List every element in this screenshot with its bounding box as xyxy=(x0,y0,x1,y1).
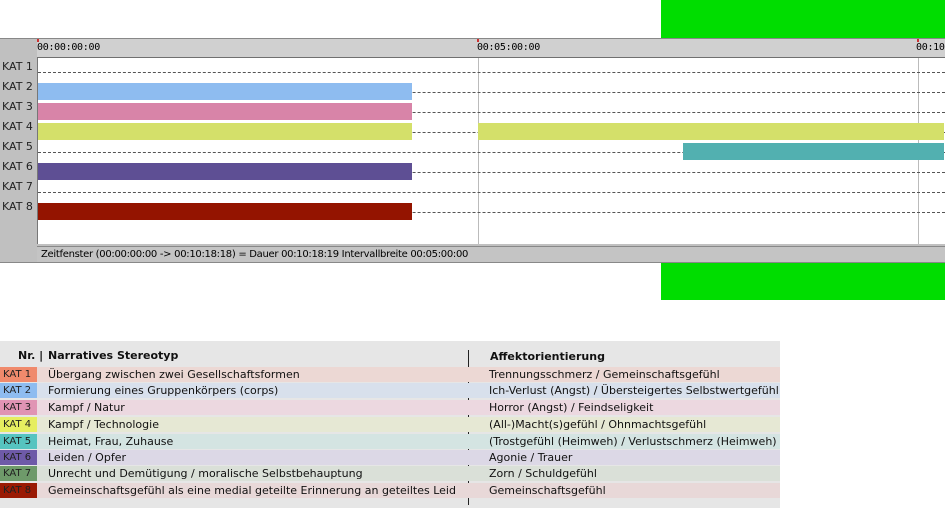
row-label-kat-2: KAT 2 xyxy=(2,80,33,93)
narrative-text: Gemeinschaftsgefühl als eine medial gete… xyxy=(48,484,456,497)
timeline-plot-area[interactable] xyxy=(37,58,945,244)
timeline-panel: 00:00:00:00 00:05:00:00 00:10 KAT 1 KAT … xyxy=(0,38,945,263)
kat-badge: KAT 8 xyxy=(0,483,37,498)
header-nr: Nr. | xyxy=(18,349,44,362)
affekt-text: (All-)Macht(s)gefühl / Ohnmachtsgefühl xyxy=(489,418,707,431)
kat-badge: KAT 2 xyxy=(0,383,37,398)
row-label-kat-1: KAT 1 xyxy=(2,60,33,73)
narrative-text: Kampf / Natur xyxy=(48,401,125,414)
legend-table: Nr. | Narratives Stereotyp Affektorienti… xyxy=(0,341,780,508)
row-label-kat-7: KAT 7 xyxy=(2,180,33,193)
kat-badge: KAT 7 xyxy=(0,466,37,481)
legend-row: KAT 8 Gemeinschaftsgefühl als eine media… xyxy=(0,483,780,498)
narrative-text: Heimat, Frau, Zuhause xyxy=(48,435,174,448)
row-line-1 xyxy=(38,72,945,73)
row-label-kat-5: KAT 5 xyxy=(2,140,33,153)
row-label-kat-4: KAT 4 xyxy=(2,120,33,133)
legend-row: KAT 7 Unrecht und Demütigung / moralisch… xyxy=(0,466,780,481)
affekt-text: Gemeinschaftsgefühl xyxy=(489,484,606,497)
header-narrative: Narratives Stereotyp xyxy=(48,349,179,362)
narrative-text: Kampf / Technologie xyxy=(48,418,159,431)
kat-badge: KAT 1 xyxy=(0,367,37,382)
header-affekt: Affektorientierung xyxy=(490,350,605,363)
narrative-text: Formierung eines Gruppenkörpers (corps) xyxy=(48,384,279,397)
time-ruler[interactable]: 00:00:00:00 00:05:00:00 00:10 xyxy=(37,39,945,58)
legend-row: KAT 6 Leiden / Opfer Agonie / Trauer xyxy=(0,450,780,465)
affekt-text: Ich-Verlust (Angst) / Übersteigertes Sel… xyxy=(489,384,779,397)
narrative-text: Leiden / Opfer xyxy=(48,451,126,464)
green-block-top xyxy=(661,0,945,38)
affekt-text: Zorn / Schuldgefühl xyxy=(489,467,597,480)
timeline-bar-kat-4[interactable] xyxy=(478,123,945,140)
tick-label-0: 00:00:00:00 xyxy=(37,42,100,53)
status-bar: Zeitfenster (00:00:00:00 -> 00:10:18:18)… xyxy=(37,246,945,262)
row-label-kat-3: KAT 3 xyxy=(2,100,33,113)
legend-row: KAT 3 Kampf / Natur Horror (Angst) / Fei… xyxy=(0,400,780,415)
narrative-text: Unrecht und Demütigung / moralische Selb… xyxy=(48,467,363,480)
kat-badge: KAT 3 xyxy=(0,400,37,415)
narrative-text: Übergang zwischen zwei Gesellschaftsform… xyxy=(48,368,300,381)
tick-label-1: 00:05:00:00 xyxy=(477,42,540,53)
legend-row: KAT 2 Formierung eines Gruppenkörpers (c… xyxy=(0,383,780,398)
timeline-bar-kat-5[interactable] xyxy=(683,143,945,160)
timeline-bar-kat-4[interactable] xyxy=(38,123,412,140)
affekt-text: Horror (Angst) / Feindseligkeit xyxy=(489,401,654,414)
tick-label-2: 00:10 xyxy=(916,42,945,53)
timeline-bar-kat-8[interactable] xyxy=(38,203,412,220)
kat-badge: KAT 6 xyxy=(0,450,37,465)
kat-badge: KAT 4 xyxy=(0,417,37,432)
row-label-kat-8: KAT 8 xyxy=(2,200,33,213)
interval-line-5min xyxy=(478,58,479,244)
timeline-bar-kat-2[interactable] xyxy=(38,83,412,100)
green-block-bottom xyxy=(661,263,945,300)
row-label-kat-6: KAT 6 xyxy=(2,160,33,173)
affekt-text: Agonie / Trauer xyxy=(489,451,573,464)
affekt-text: (Trostgefühl (Heimweh) / Verlustschmerz … xyxy=(489,435,777,448)
legend-row: KAT 5 Heimat, Frau, Zuhause (Trostgefühl… xyxy=(0,434,780,449)
row-line-7 xyxy=(38,192,945,193)
timeline-bar-kat-6[interactable] xyxy=(38,163,412,180)
kat-badge: KAT 5 xyxy=(0,434,37,449)
timeline-bar-kat-3[interactable] xyxy=(38,103,412,120)
legend-row: KAT 1 Übergang zwischen zwei Gesellschaf… xyxy=(0,367,780,382)
legend-row: KAT 4 Kampf / Technologie (All-)Macht(s)… xyxy=(0,417,780,432)
affekt-text: Trennungsschmerz / Gemeinschaftsgefühl xyxy=(489,368,720,381)
